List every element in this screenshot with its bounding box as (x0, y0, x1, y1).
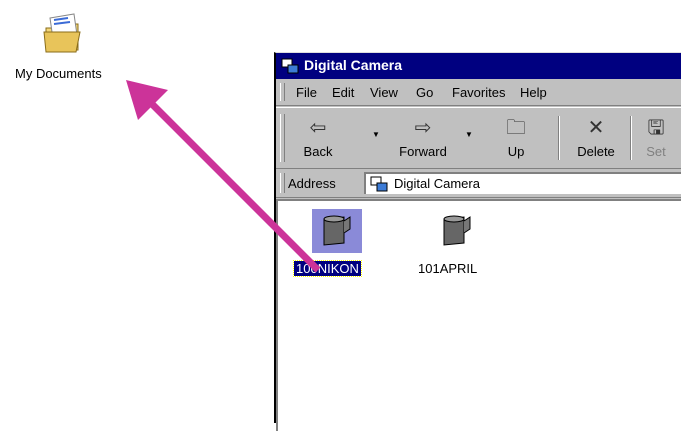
address-grip[interactable] (280, 173, 285, 193)
menu-favorites[interactable]: Favorites (452, 85, 505, 100)
window-titlebar[interactable]: Digital Camera (276, 53, 681, 79)
setup-label: Set (646, 144, 666, 159)
back-button[interactable]: ⇦ Back (290, 112, 346, 164)
delete-x-icon: ✕ (587, 117, 605, 139)
folder-item-label: 101APRIL (418, 261, 478, 276)
menu-help[interactable]: Help (520, 85, 547, 100)
address-label: Address (288, 176, 336, 191)
camera-folder-icon (323, 215, 351, 246)
folder-item-icon (312, 209, 362, 253)
folder-item-label: 100NIKON (293, 260, 362, 277)
back-dropdown-icon[interactable]: ▼ (372, 130, 380, 139)
menubar-grip[interactable] (280, 83, 285, 101)
folder-item-100nikon[interactable]: 100NIKON (293, 209, 404, 289)
forward-arrow-icon: ⇨ (414, 117, 432, 139)
menu-go[interactable]: Go (416, 85, 433, 100)
my-documents-label: My Documents (15, 66, 102, 81)
toolbar-separator (558, 116, 560, 160)
folder-documents-icon (43, 13, 81, 53)
camera-folder-icon (443, 215, 471, 246)
back-label: Back (303, 144, 333, 159)
forward-button[interactable]: ⇨ Forward (384, 112, 462, 164)
menu-bar: File Edit View Go Favorites Help (276, 79, 681, 106)
digital-camera-folder-icon (281, 58, 299, 74)
forward-dropdown-icon[interactable]: ▼ (465, 130, 473, 139)
folder-item-icon (432, 209, 482, 253)
menu-view[interactable]: View (370, 85, 398, 100)
explorer-window[interactable]: Digital Camera File Edit View Go Favorit… (274, 52, 681, 431)
digital-camera-folder-icon (370, 176, 388, 192)
up-label: Up (507, 144, 525, 159)
delete-label: Delete (577, 144, 615, 159)
forward-label: Forward (399, 144, 447, 159)
address-value: Digital Camera (394, 176, 480, 191)
menu-file[interactable]: File (296, 85, 317, 100)
toolbar-grip[interactable] (280, 114, 285, 162)
delete-button[interactable]: ✕ Delete (568, 112, 624, 164)
setup-button[interactable]: 🖫 Set (636, 112, 676, 164)
address-bar: Address Digital Camera (276, 169, 681, 198)
up-button[interactable]: 🗀 Up (488, 112, 544, 164)
setup-icon: 🖫 (647, 117, 665, 139)
folder-item-101april[interactable]: 101APRIL (418, 209, 528, 289)
back-arrow-icon: ⇦ (309, 117, 327, 139)
folder-contents[interactable]: 100NIKON 101APRIL (276, 199, 681, 431)
toolbar-separator (630, 116, 632, 160)
window-title: Digital Camera (304, 57, 403, 73)
address-input[interactable]: Digital Camera (364, 172, 681, 194)
menu-edit[interactable]: Edit (332, 85, 354, 100)
up-folder-icon: 🗀 (506, 117, 526, 139)
standard-toolbar: ⇦ Back ▼ ⇨ Forward ▼ 🗀 Up ✕ Delete 🖫 Set (276, 107, 681, 169)
